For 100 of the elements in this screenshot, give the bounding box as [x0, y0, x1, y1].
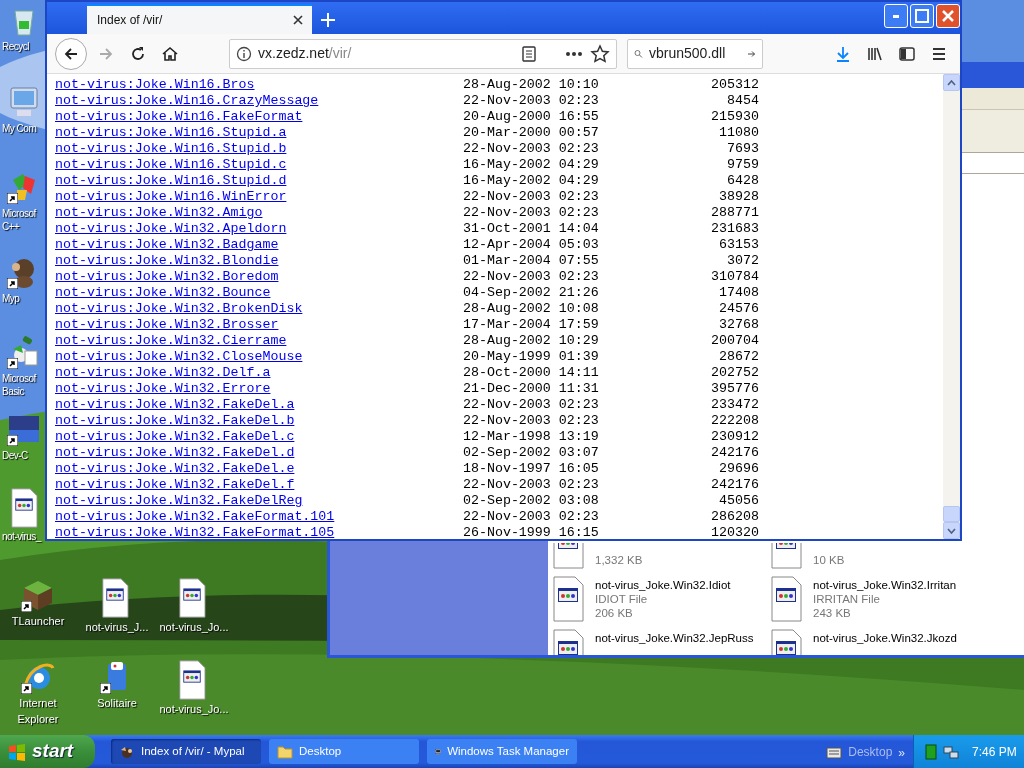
search-input[interactable]: vbrun500.dll — [649, 43, 741, 64]
file-link[interactable]: not-virus:Joke.Win32.FakeDel.a — [55, 397, 295, 413]
bookmark-star-icon[interactable] — [590, 43, 610, 64]
file-name[interactable]: not-virus_Joke.Win32.Jkozd — [813, 631, 957, 645]
modified-date: 22-Nov-2003 02:23 — [463, 141, 600, 157]
file-link[interactable]: not-virus:Joke.Win32.Errore — [55, 381, 271, 397]
desktop-icon[interactable] — [7, 335, 41, 369]
file-size: 1,332 KB — [595, 553, 643, 567]
taskbar-button[interactable]: Desktop — [269, 739, 419, 764]
file-name[interactable]: not-virus_Joke.Win32.Irritan — [813, 578, 957, 592]
file-link[interactable]: not-virus:Joke.Win32.FakeDel.f — [55, 477, 295, 493]
modified-date: 28-Aug-2002 10:08 — [463, 301, 600, 317]
file-link[interactable]: not-virus:Joke.Win32.FakeFormat.101 — [55, 509, 335, 525]
close-icon[interactable] — [292, 14, 304, 26]
search-field[interactable]: vbrun500.dll — [627, 38, 763, 69]
icon-label[interactable]: Explorer — [17, 713, 59, 726]
file-link[interactable]: not-virus:Joke.Win16.Stupid.c — [55, 157, 287, 173]
file-name[interactable]: not-virus_Joke.Win32.Idiot — [595, 578, 731, 592]
file-size: 11080 — [718, 125, 759, 141]
file-link[interactable]: not-virus:Joke.Win32.FakeFormat.105 — [55, 525, 335, 539]
file-link[interactable]: not-virus:Joke.Win16.CrazyMessage — [55, 93, 319, 109]
file-link[interactable]: not-virus:Joke.Win16.Stupid.a — [55, 125, 287, 141]
icon-label[interactable]: not-virus_Jo... — [159, 621, 229, 634]
file-size: 10 KB — [813, 553, 845, 567]
scroll-thumb[interactable] — [943, 506, 960, 522]
file-size: 8454 — [726, 93, 759, 109]
modified-date: 22-Nov-2003 02:23 — [463, 93, 600, 109]
reader-view-icon[interactable] — [520, 44, 538, 63]
file-name[interactable]: not-virus_Joke.Win32.JepRuss — [595, 631, 754, 645]
address-bar[interactable]: vx.zedz.net/vir/ — [229, 38, 617, 69]
modified-date: 22-Nov-2003 02:23 — [463, 189, 600, 205]
file-size: 230912 — [710, 429, 759, 445]
taskbar-button[interactable]: Index of /vir/ - Mypal — [111, 739, 261, 764]
icon-label[interactable]: Solitaire — [97, 697, 137, 710]
shortcut-arrow-icon — [21, 683, 32, 694]
folder-icon — [277, 743, 293, 760]
tab-title: Index of /vir/ — [97, 12, 163, 29]
start-button[interactable]: start — [0, 735, 95, 768]
file-link[interactable]: not-virus:Joke.Win16.FakeFormat — [55, 109, 303, 125]
file-icon[interactable] — [769, 576, 805, 622]
file-link[interactable]: not-virus:Joke.Win32.CloseMouse — [55, 349, 303, 365]
file-size: 231683 — [710, 221, 759, 237]
file-link[interactable]: not-virus:Joke.Win16.Stupid.b — [55, 141, 287, 157]
file-link[interactable]: not-virus:Joke.Win32.Blondie — [55, 253, 279, 269]
icon-label[interactable]: not-virus_ — [2, 530, 48, 543]
modified-date: 02-Sep-2002 03:07 — [463, 445, 600, 461]
scrollbar[interactable] — [943, 74, 960, 539]
file-link[interactable]: not-virus:Joke.Win32.Bounce — [55, 285, 271, 301]
browser-tab[interactable]: Index of /vir/ — [87, 4, 312, 34]
file-link[interactable]: not-virus:Joke.Win16.WinError — [55, 189, 287, 205]
maximize-button[interactable] — [910, 4, 934, 28]
file-size: 24576 — [718, 301, 759, 317]
desktop-icon[interactable] — [21, 578, 55, 612]
back-button[interactable] — [55, 37, 87, 70]
minimize-button[interactable] — [884, 4, 908, 28]
info-icon[interactable] — [236, 45, 252, 62]
modified-date: 22-Nov-2003 02:23 — [463, 205, 600, 221]
modified-date: 22-Nov-2003 02:23 — [463, 269, 600, 285]
icon-label[interactable]: Dev-C — [2, 449, 48, 462]
file-link[interactable]: not-virus:Joke.Win32.FakeDel.c — [55, 429, 295, 445]
icon-label[interactable]: not-virus_Jo... — [159, 703, 229, 716]
file-size: 29696 — [718, 461, 759, 477]
file-link[interactable]: not-virus:Joke.Win16.Bros — [55, 77, 255, 93]
file-icon — [9, 488, 39, 528]
taskbar-button[interactable]: Windows Task Manager — [427, 739, 577, 764]
chevron-down-icon — [947, 527, 956, 534]
close-button[interactable] — [936, 4, 960, 28]
icon-label[interactable]: Internet — [19, 697, 57, 710]
network-icon[interactable] — [943, 743, 959, 760]
file-link[interactable]: not-virus:Joke.Win32.Apeldorn — [55, 221, 287, 237]
file-link[interactable]: not-virus:Joke.Win32.Badgame — [55, 237, 279, 253]
file-icon[interactable] — [769, 543, 805, 569]
file-link[interactable]: not-virus:Joke.Win32.Amigo — [55, 205, 263, 221]
file-link[interactable]: not-virus:Joke.Win32.FakeDelReg — [55, 493, 303, 509]
file-icon[interactable] — [551, 543, 587, 569]
file-link[interactable]: not-virus:Joke.Win32.BrokenDisk — [55, 301, 303, 317]
new-tab-icon[interactable] — [320, 12, 336, 28]
file-link[interactable]: not-virus:Joke.Win32.Cierrame — [55, 333, 287, 349]
url-path: /vir/ — [328, 45, 352, 61]
file-link[interactable]: not-virus:Joke.Win32.FakeDel.e — [55, 461, 295, 477]
file-link[interactable]: not-virus:Joke.Win32.Delf.a — [55, 365, 271, 381]
file-link[interactable]: not-virus:Joke.Win32.FakeDel.b — [55, 413, 295, 429]
scroll-down-button[interactable] — [943, 522, 960, 539]
scroll-up-button[interactable] — [943, 74, 960, 91]
file-link[interactable]: not-virus:Joke.Win32.FakeDel.d — [55, 445, 295, 461]
shortcut-arrow-icon — [7, 435, 18, 446]
file-size: 243 KB — [813, 606, 852, 620]
file-icon[interactable] — [551, 576, 587, 622]
file-size: 3072 — [726, 253, 759, 269]
file-link[interactable]: not-virus:Joke.Win32.Boredom — [55, 269, 279, 285]
modified-date: 04-Sep-2002 21:26 — [463, 285, 600, 301]
file-link[interactable]: not-virus:Joke.Win16.Stupid.d — [55, 173, 287, 189]
file-link[interactable]: not-virus:Joke.Win32.Brosser — [55, 317, 279, 333]
maximize-icon — [914, 8, 930, 24]
file-size: 32768 — [718, 317, 759, 333]
icon-label[interactable]: TLauncher — [11, 615, 65, 628]
modified-date: 22-Nov-2003 02:23 — [463, 413, 600, 429]
icon-label[interactable]: not-virus_J... — [85, 621, 149, 634]
file-size: 45056 — [718, 493, 759, 509]
chevron-button[interactable]: » — [898, 744, 905, 762]
